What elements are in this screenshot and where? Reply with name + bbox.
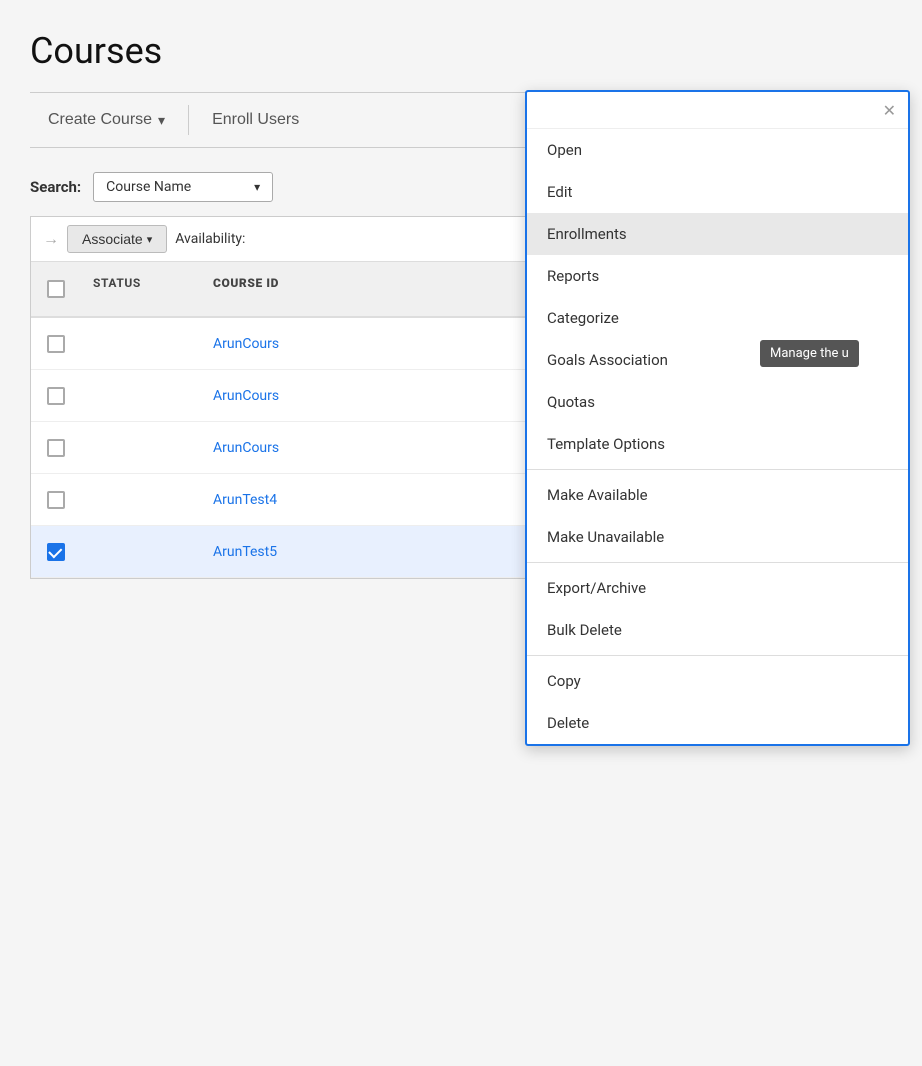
associate-label: Associate <box>82 231 143 247</box>
dropdown-item-bulk-delete[interactable]: Bulk Delete <box>527 609 908 651</box>
dropdown-item-make-unavailable[interactable]: Make Unavailable <box>527 516 908 558</box>
dropdown-search-input[interactable] <box>535 98 879 122</box>
dropdown-item-enrollments-label: Enrollments <box>547 225 627 243</box>
dropdown-item-template-options-label: Template Options <box>547 435 665 453</box>
dropdown-divider-2 <box>527 562 908 563</box>
dropdown-item-quotas[interactable]: Quotas <box>527 381 908 423</box>
row1-status <box>81 334 201 354</box>
row2-checkbox-cell <box>31 377 81 415</box>
associate-chevron-icon: ▾ <box>147 233 153 246</box>
toolbar-separator <box>188 105 189 135</box>
dropdown-divider-1 <box>527 469 908 470</box>
row1-checkbox[interactable] <box>47 335 65 353</box>
dropdown-item-edit[interactable]: Edit <box>527 171 908 213</box>
dropdown-item-export-archive[interactable]: Export/Archive <box>527 567 908 609</box>
associate-button[interactable]: Associate ▾ <box>67 225 167 253</box>
availability-label: Availability: <box>175 231 245 247</box>
row5-checkbox[interactable] <box>47 543 65 561</box>
row4-checkbox-cell <box>31 481 81 519</box>
dropdown-item-enrollments[interactable]: Enrollments <box>527 213 908 255</box>
dropdown-divider-3 <box>527 655 908 656</box>
header-checkbox-cell <box>31 270 81 308</box>
search-dropdown[interactable]: Course Name ▾ <box>93 172 273 202</box>
dropdown-item-bulk-delete-label: Bulk Delete <box>547 621 622 639</box>
page-title: Courses <box>30 30 892 72</box>
create-course-label: Create Course <box>48 111 152 129</box>
dropdown-item-categorize[interactable]: Categorize <box>527 297 908 339</box>
dropdown-clear-icon[interactable]: ✕ <box>879 99 900 122</box>
search-dropdown-value: Course Name <box>106 179 191 195</box>
dropdown-item-delete[interactable]: Delete <box>527 702 908 744</box>
page-container: Courses Create Course ▾ Enroll Users Sea… <box>0 0 922 1066</box>
enroll-users-button[interactable]: Enroll Users <box>194 103 317 137</box>
status-column-header: STATUS <box>81 270 201 308</box>
table-toolbar-arrow-icon: → <box>43 229 59 249</box>
row5-checkbox-cell <box>31 533 81 571</box>
dropdown-item-reports-label: Reports <box>547 267 599 285</box>
dropdown-search-row: ✕ <box>527 92 908 129</box>
dropdown-item-open[interactable]: Open <box>527 129 908 171</box>
dropdown-item-quotas-label: Quotas <box>547 393 595 411</box>
row3-checkbox[interactable] <box>47 439 65 457</box>
dropdown-item-export-archive-label: Export/Archive <box>547 579 646 597</box>
context-menu-dropdown: ✕ Open Edit Enrollments Reports Categori… <box>525 90 910 746</box>
dropdown-item-template-options[interactable]: Template Options <box>527 423 908 465</box>
dropdown-item-goals-association[interactable]: Goals Association <box>527 339 908 381</box>
dropdown-item-copy-label: Copy <box>547 672 581 690</box>
search-label: Search: <box>30 178 81 196</box>
row2-checkbox[interactable] <box>47 387 65 405</box>
dropdown-item-copy[interactable]: Copy <box>527 660 908 702</box>
create-course-button[interactable]: Create Course ▾ <box>30 103 183 137</box>
row3-status <box>81 438 201 458</box>
row5-status <box>81 542 201 562</box>
dropdown-item-delete-label: Delete <box>547 714 589 732</box>
row3-checkbox-cell <box>31 429 81 467</box>
search-dropdown-chevron-icon: ▾ <box>254 180 260 194</box>
row4-checkbox[interactable] <box>47 491 65 509</box>
dropdown-item-edit-label: Edit <box>547 183 572 201</box>
dropdown-item-open-label: Open <box>547 141 582 159</box>
dropdown-item-categorize-label: Categorize <box>547 309 619 327</box>
create-course-chevron-icon: ▾ <box>158 112 165 129</box>
header-checkbox[interactable] <box>47 280 65 298</box>
row2-status <box>81 386 201 406</box>
row1-checkbox-cell <box>31 325 81 363</box>
dropdown-item-make-available-label: Make Available <box>547 486 648 504</box>
dropdown-item-goals-association-label: Goals Association <box>547 351 668 369</box>
dropdown-item-make-available[interactable]: Make Available <box>527 474 908 516</box>
row4-status <box>81 490 201 510</box>
enroll-users-label: Enroll Users <box>212 111 299 129</box>
dropdown-item-reports[interactable]: Reports <box>527 255 908 297</box>
dropdown-item-make-unavailable-label: Make Unavailable <box>547 528 664 546</box>
